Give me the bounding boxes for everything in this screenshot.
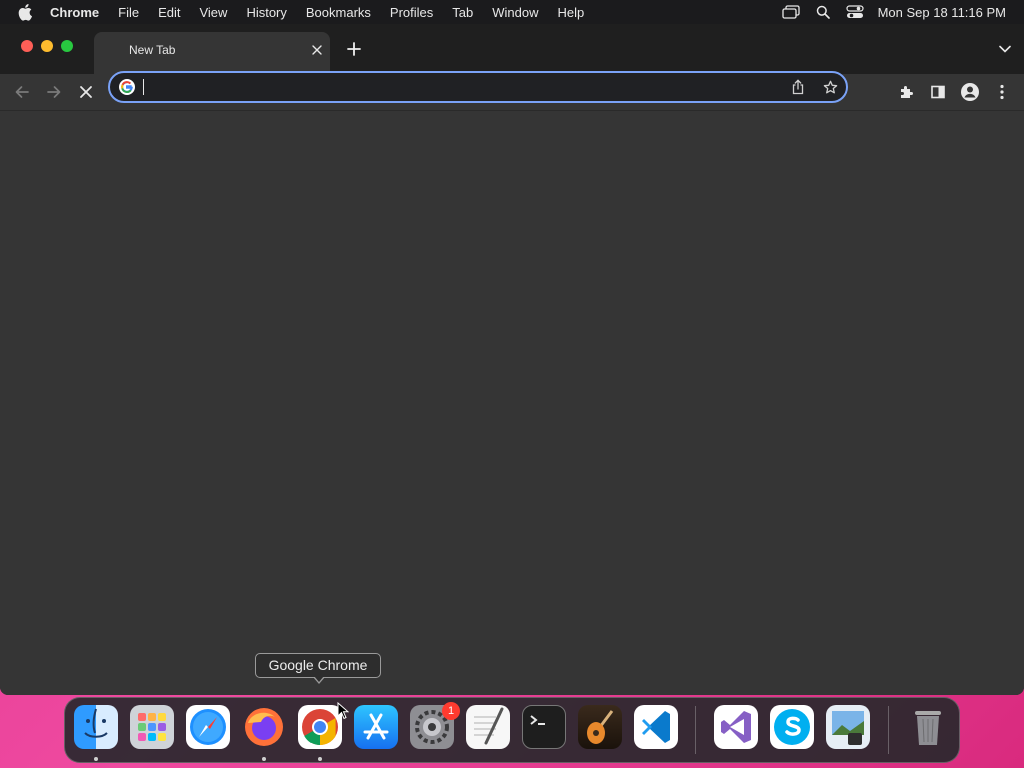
finder-running-dot (94, 757, 98, 761)
text-caret (143, 79, 144, 95)
screen-mirroring-icon[interactable] (781, 3, 800, 21)
menu-icon[interactable] (990, 80, 1014, 104)
extensions-icon[interactable] (894, 80, 918, 104)
dock-textedit-icon[interactable] (466, 705, 510, 749)
bookmark-star-icon[interactable] (822, 79, 838, 95)
share-icon[interactable] (790, 79, 806, 95)
firefox-running-dot (262, 757, 266, 761)
dock-garageband-icon[interactable] (578, 705, 622, 749)
menu-window[interactable]: Window (492, 5, 538, 20)
dock-finder-icon[interactable] (74, 705, 118, 749)
menu-help[interactable]: Help (558, 5, 585, 20)
address-input[interactable] (142, 77, 746, 99)
tab-title: New Tab (129, 43, 176, 57)
spotlight-search-icon[interactable] (814, 3, 832, 21)
dock (64, 697, 960, 763)
dock-visual-studio-icon[interactable] (714, 705, 758, 749)
tab-strip: New Tab (0, 24, 1024, 74)
menu-view[interactable]: View (199, 5, 227, 20)
menu-history[interactable]: History (246, 5, 286, 20)
dock-launchpad-icon[interactable] (130, 705, 174, 749)
control-center-icon[interactable] (845, 3, 864, 21)
tooltip-pointer-fill (314, 676, 324, 682)
dock-firefox-icon[interactable] (242, 705, 286, 749)
dock-app-store-icon[interactable] (354, 705, 398, 749)
dock-chrome-icon[interactable] (298, 705, 342, 749)
tab-search-chevron-down-icon[interactable] (998, 42, 1012, 56)
window-close-button[interactable] (21, 40, 33, 52)
chrome-running-dot (318, 757, 322, 761)
google-g-icon (119, 79, 135, 95)
tab-close-icon[interactable] (310, 43, 324, 57)
back-icon[interactable] (10, 80, 34, 104)
apple-menu-icon[interactable] (18, 3, 36, 21)
dock-tooltip: Google Chrome (255, 653, 381, 678)
menu-bar: Chrome File Edit View History Bookmarks … (0, 0, 1024, 24)
mouse-pointer-icon (337, 701, 350, 720)
profile-icon[interactable] (958, 80, 982, 104)
stop-loading-icon[interactable] (74, 80, 98, 104)
new-tab-plus-icon[interactable] (345, 40, 363, 58)
browser-toolbar (0, 71, 1024, 111)
menu-file[interactable]: File (118, 5, 139, 20)
window-zoom-button[interactable] (61, 40, 73, 52)
menu-edit[interactable]: Edit (158, 5, 180, 20)
menubar-clock[interactable]: Mon Sep 18 11:16 PM (878, 5, 1006, 20)
menu-tab[interactable]: Tab (452, 5, 473, 20)
forward-icon[interactable] (42, 80, 66, 104)
dock-vscode-icon[interactable] (634, 705, 678, 749)
dock-separator (695, 706, 696, 754)
system-settings-badge: 1 (442, 702, 460, 720)
tab-new-tab[interactable]: New Tab (94, 32, 330, 74)
dock-trash-icon[interactable] (906, 705, 950, 749)
side-panel-icon[interactable] (926, 80, 950, 104)
browser-window: New Tab (0, 24, 1024, 695)
dock-preview-icon[interactable] (826, 705, 870, 749)
dock-skype-icon[interactable] (770, 705, 814, 749)
menu-app-name[interactable]: Chrome (50, 5, 99, 20)
page-content (0, 111, 1024, 695)
menu-profiles[interactable]: Profiles (390, 5, 433, 20)
dock-safari-icon[interactable] (186, 705, 230, 749)
address-bar[interactable] (108, 71, 848, 103)
dock-terminal-icon[interactable] (522, 705, 566, 749)
dock-separator (888, 706, 889, 754)
menu-bookmarks[interactable]: Bookmarks (306, 5, 371, 20)
window-minimize-button[interactable] (41, 40, 53, 52)
